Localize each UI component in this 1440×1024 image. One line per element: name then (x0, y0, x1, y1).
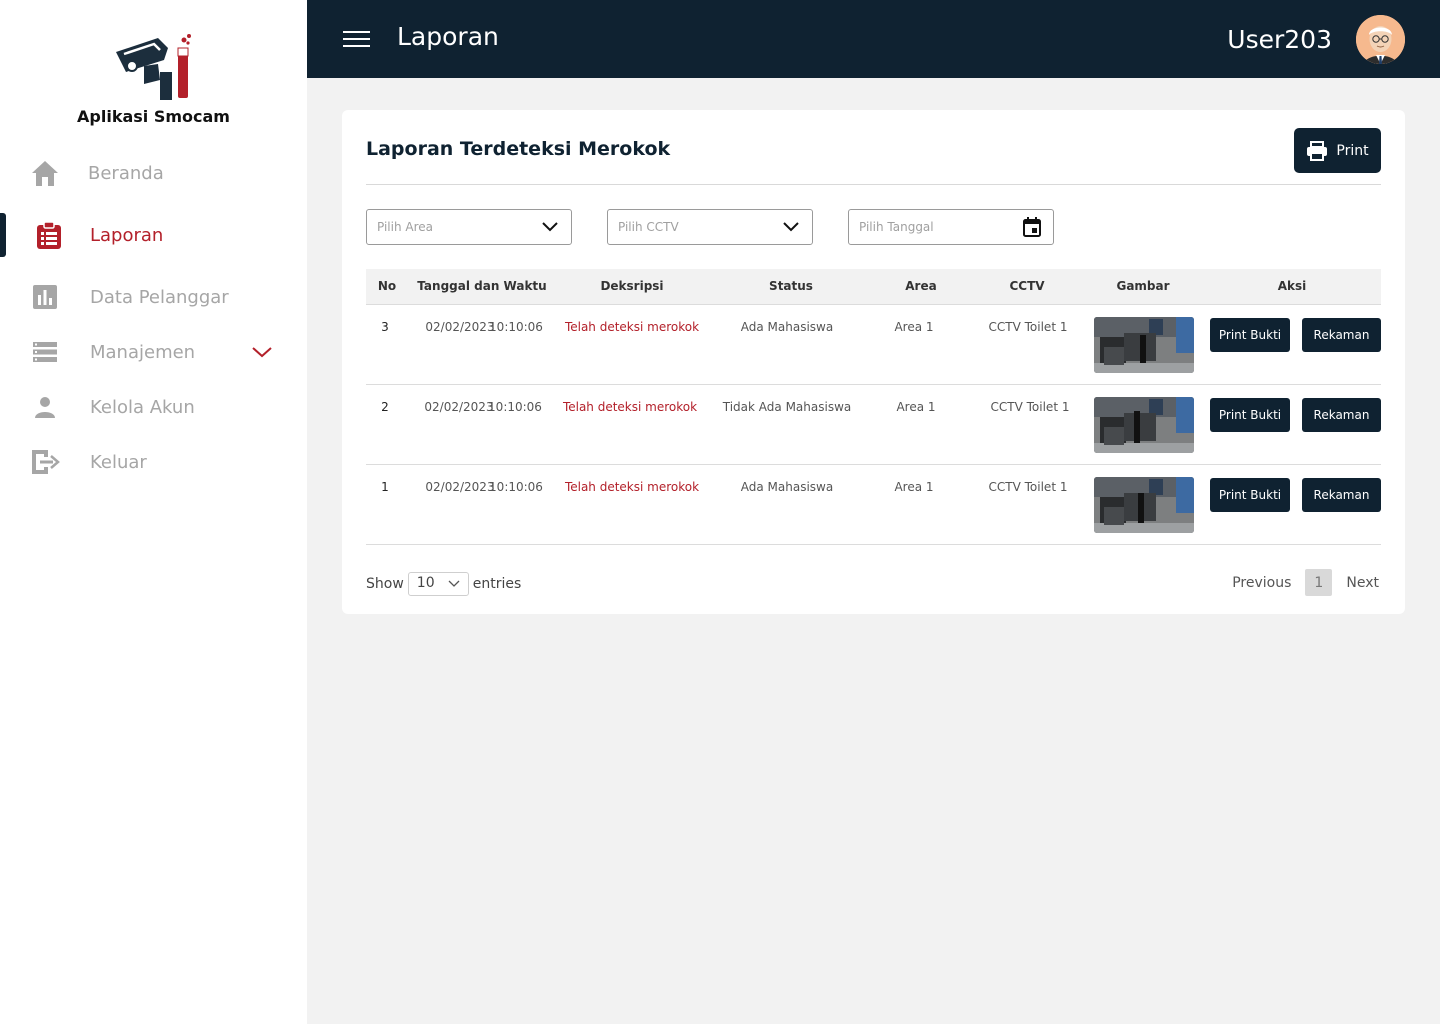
row-no: 1 (381, 480, 389, 494)
divider (366, 184, 1381, 185)
table-row: 1 02/02/2023 10:10:06 Telah deteksi mero… (366, 465, 1381, 545)
row-cctv: CCTV Toilet 1 (988, 320, 1068, 334)
cctv-thumbnail[interactable] (1094, 477, 1194, 533)
cctv-select[interactable]: Pilih CCTV (607, 209, 813, 245)
server-list-icon (30, 337, 60, 367)
cctv-select-placeholder: Pilih CCTV (618, 220, 679, 234)
date-picker[interactable]: Pilih Tanggal (848, 209, 1054, 245)
col-action: Aksi (1277, 279, 1307, 293)
sidebar-item-keluar[interactable]: Keluar (0, 438, 307, 486)
row-desc[interactable]: Telah deteksi merokok (563, 400, 697, 414)
sidebar-item-data-pelanggar[interactable]: Data Pelanggar (0, 273, 307, 321)
date-picker-placeholder: Pilih Tanggal (859, 220, 934, 234)
chevron-down-icon (542, 222, 558, 232)
sidebar-item-label: Laporan (90, 224, 164, 246)
page-size-control: Show 10 entries (366, 572, 521, 596)
row-time: 10:10:06 (488, 400, 542, 414)
row-cctv: CCTV Toilet 1 (988, 480, 1068, 494)
next-button[interactable]: Next (1346, 575, 1379, 591)
sidebar-item-label: Beranda (88, 162, 164, 184)
recording-button[interactable]: Rekaman (1302, 398, 1381, 432)
print-proof-button[interactable]: Print Bukti (1210, 478, 1290, 512)
chevron-down-icon (448, 580, 460, 587)
clipboard-list-icon (34, 220, 64, 250)
topbar: Laporan User203 (307, 0, 1440, 78)
col-image: Gambar (1116, 279, 1170, 293)
col-desc: Deksripsi (600, 279, 664, 293)
row-time: 10:10:06 (489, 320, 543, 334)
page-size-value: 10 (416, 575, 435, 591)
row-status: Tidak Ada Mahasiswa (722, 400, 852, 414)
sidebar: Aplikasi Smocam Beranda Laporan Data Pel… (0, 0, 307, 1024)
active-indicator (0, 213, 6, 257)
sidebar-item-label: Keluar (90, 451, 147, 473)
row-date: 02/02/2023 (425, 480, 495, 494)
pagination: Previous 1 Next (1232, 569, 1379, 596)
bar-chart-icon (30, 282, 60, 312)
sidebar-item-manajemen[interactable]: Manajemen (0, 328, 307, 376)
chevron-down-icon[interactable] (250, 340, 274, 364)
row-status: Ada Mahasiswa (740, 480, 834, 494)
area-select-placeholder: Pilih Area (377, 220, 434, 234)
sidebar-item-label: Manajemen (90, 341, 196, 363)
print-button-label: Print (1336, 142, 1369, 159)
cctv-thumbnail[interactable] (1094, 397, 1194, 453)
col-no: No (377, 279, 397, 293)
page-size-select[interactable]: 10 (407, 572, 469, 596)
hamburger-icon[interactable] (343, 27, 371, 51)
sidebar-item-label: Kelola Akun (90, 396, 195, 418)
row-area: Area 1 (896, 400, 936, 414)
page-title: Laporan (397, 22, 499, 51)
row-time: 10:10:06 (489, 480, 543, 494)
row-area: Area 1 (894, 320, 934, 334)
app-name: Aplikasi Smocam (77, 107, 230, 126)
sidebar-item-laporan[interactable]: Laporan (0, 211, 307, 259)
row-desc[interactable]: Telah deteksi merokok (565, 320, 699, 334)
col-datetime: Tanggal dan Waktu (417, 279, 547, 293)
camera-logo-icon (108, 28, 198, 102)
chevron-down-icon (783, 222, 799, 232)
calendar-icon[interactable] (1021, 216, 1043, 238)
row-date: 02/02/2023 (424, 400, 494, 414)
row-area: Area 1 (894, 480, 934, 494)
username[interactable]: User203 (1227, 25, 1332, 54)
col-cctv: CCTV (1009, 279, 1045, 293)
recording-button[interactable]: Rekaman (1302, 478, 1381, 512)
print-button[interactable]: Print (1294, 128, 1381, 173)
area-select[interactable]: Pilih Area (366, 209, 572, 245)
cctv-thumbnail[interactable] (1094, 317, 1194, 373)
user-icon (30, 392, 60, 422)
report-card: Laporan Terdeteksi Merokok Print Pilih A… (342, 110, 1405, 614)
logout-icon (30, 447, 60, 477)
recording-button[interactable]: Rekaman (1302, 318, 1381, 352)
entries-label: entries (472, 576, 522, 592)
sidebar-item-label: Data Pelanggar (90, 286, 229, 308)
row-cctv: CCTV Toilet 1 (990, 400, 1070, 414)
table-row: 2 02/02/2023 10:10:06 Telah deteksi mero… (366, 385, 1381, 465)
col-status: Status (769, 279, 813, 293)
card-title: Laporan Terdeteksi Merokok (366, 138, 671, 160)
printer-icon (1307, 140, 1328, 161)
row-no: 3 (381, 320, 389, 334)
table-row: 3 02/02/2023 10:10:06 Telah deteksi mero… (366, 305, 1381, 385)
row-no: 2 (381, 400, 389, 414)
row-desc[interactable]: Telah deteksi merokok (565, 480, 699, 494)
avatar[interactable] (1356, 15, 1405, 64)
row-date: 02/02/2023 (425, 320, 495, 334)
show-label: Show (366, 576, 404, 592)
previous-button[interactable]: Previous (1232, 575, 1291, 591)
print-proof-button[interactable]: Print Bukti (1210, 398, 1290, 432)
sidebar-item-beranda[interactable]: Beranda (0, 149, 307, 197)
col-area: Area (905, 279, 937, 293)
sidebar-item-kelola-akun[interactable]: Kelola Akun (0, 383, 307, 431)
row-status: Ada Mahasiswa (740, 320, 834, 334)
home-icon (30, 158, 60, 188)
print-proof-button[interactable]: Print Bukti (1210, 318, 1290, 352)
table-header: No Tanggal dan Waktu Deksripsi Status Ar… (366, 269, 1381, 305)
page-number[interactable]: 1 (1305, 569, 1333, 596)
